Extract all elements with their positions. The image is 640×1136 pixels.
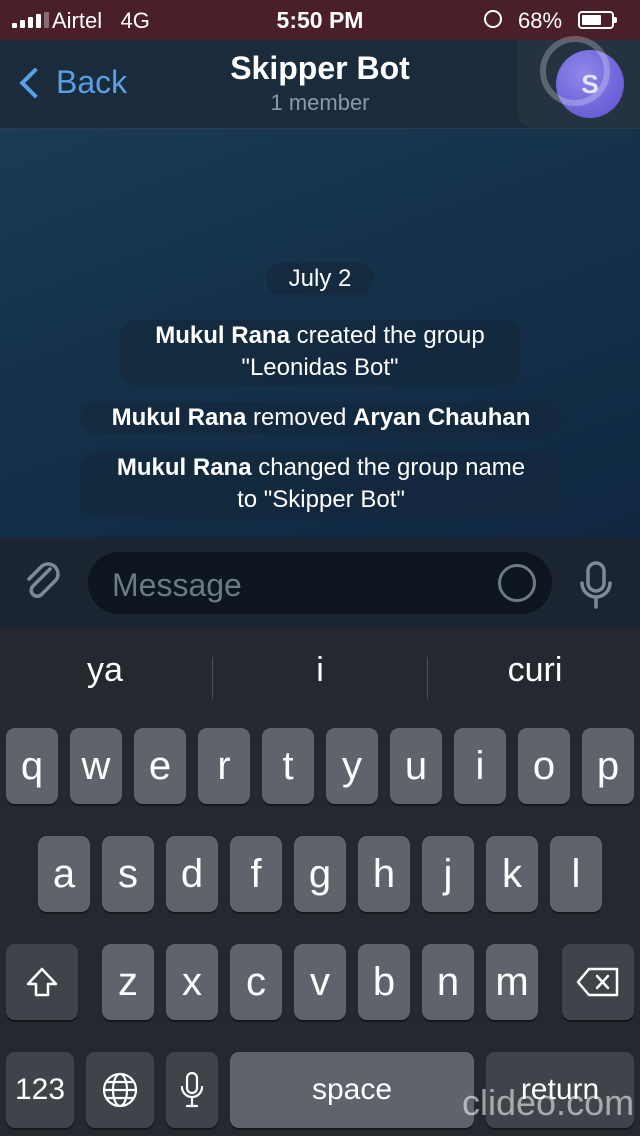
service-message: Mukul Rana changed the group name to "Sk… [80, 452, 562, 518]
key-v[interactable]: v [294, 944, 346, 1020]
delete-key[interactable] [562, 944, 634, 1020]
key-d[interactable]: d [166, 836, 218, 912]
keyboard: ya i curi q w e r t y u i o p a s d f g … [0, 629, 640, 1136]
battery-icon [578, 11, 617, 29]
dictation-key[interactable] [166, 1052, 218, 1128]
backspace-icon [576, 967, 619, 997]
numbers-key[interactable]: 123 [6, 1052, 74, 1128]
key-l[interactable]: l [550, 836, 602, 912]
shift-icon [26, 967, 58, 997]
key-u[interactable]: u [390, 728, 442, 804]
avatar-container[interactable]: S [518, 36, 640, 128]
key-b[interactable]: b [358, 944, 410, 1020]
suggestion-item[interactable]: i [215, 651, 425, 690]
key-s[interactable]: s [102, 836, 154, 912]
key-h[interactable]: h [358, 836, 410, 912]
key-g[interactable]: g [294, 836, 346, 912]
key-p[interactable]: p [582, 728, 634, 804]
sticker-icon[interactable] [498, 564, 536, 602]
microphone-icon [180, 1071, 204, 1108]
key-w[interactable]: w [70, 728, 122, 804]
message-list[interactable]: July 2 Mukul Rana created the group "Leo… [0, 129, 640, 537]
chat-header: Back Skipper Bot 1 member S [0, 36, 640, 129]
rotation-lock-icon [484, 10, 502, 28]
battery-percent: 68% [518, 8, 563, 33]
key-e[interactable]: e [134, 728, 186, 804]
paperclip-icon[interactable] [20, 559, 64, 603]
globe-key[interactable] [86, 1052, 154, 1128]
date-separator: July 2 [266, 263, 374, 295]
suggestion-divider [427, 657, 428, 699]
message-placeholder: Message [112, 567, 242, 603]
message-input[interactable]: Message [88, 552, 552, 614]
key-y[interactable]: y [326, 728, 378, 804]
key-t[interactable]: t [262, 728, 314, 804]
key-x[interactable]: x [166, 944, 218, 1020]
key-r[interactable]: r [198, 728, 250, 804]
key-a[interactable]: a [38, 836, 90, 912]
key-c[interactable]: c [230, 944, 282, 1020]
key-j[interactable]: j [422, 836, 474, 912]
battery-fill [582, 15, 602, 25]
shift-key[interactable] [6, 944, 78, 1020]
key-z[interactable]: z [102, 944, 154, 1020]
suggestion-item[interactable]: ya [0, 651, 210, 690]
key-q[interactable]: q [6, 728, 58, 804]
suggestion-item[interactable]: curi [430, 651, 640, 690]
service-message: Mukul Rana created the group "Leonidas B… [120, 320, 520, 386]
status-bar: Airtel 4G 5:50 PM 68% [0, 0, 640, 40]
key-m[interactable]: m [486, 944, 538, 1020]
key-k[interactable]: k [486, 836, 538, 912]
globe-icon [102, 1072, 138, 1108]
key-i[interactable]: i [454, 728, 506, 804]
microphone-icon[interactable] [576, 559, 616, 611]
key-n[interactable]: n [422, 944, 474, 1020]
suggestion-divider [212, 657, 213, 699]
key-f[interactable]: f [230, 836, 282, 912]
watermark: clideo.com [462, 1082, 635, 1123]
composer-bar: Message [0, 537, 640, 629]
suggestion-bar: ya i curi [0, 629, 640, 719]
key-o[interactable]: o [518, 728, 570, 804]
touch-indicator [540, 36, 610, 106]
service-message: Mukul Rana removed Aryan Chauhan [80, 402, 562, 434]
space-key[interactable]: space [230, 1052, 474, 1128]
